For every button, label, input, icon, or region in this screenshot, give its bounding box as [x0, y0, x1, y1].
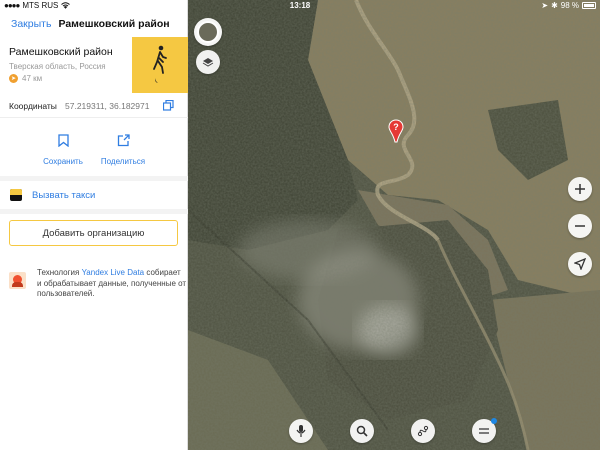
voice-search-button[interactable] — [289, 419, 313, 443]
coordinates-label: Координаты — [9, 101, 57, 111]
zoom-out-button[interactable] — [568, 214, 592, 238]
status-bar: ●●●● MTS RUS 13:18 ➤ ✱ 98 % — [0, 0, 600, 12]
search-button[interactable] — [350, 419, 374, 443]
layers-icon — [202, 58, 214, 67]
menu-icon — [479, 428, 489, 434]
taxi-icon — [10, 189, 22, 201]
satellite-map[interactable]: ? — [188, 0, 600, 450]
microphone-icon — [296, 425, 306, 437]
layers-button[interactable] — [196, 50, 220, 74]
notification-dot — [491, 418, 497, 424]
distance-icon: ➤ — [9, 74, 18, 83]
search-icon — [356, 425, 368, 437]
minus-icon — [575, 225, 585, 227]
coordinates-value: 57.219311, 36.182971 — [65, 101, 150, 111]
sidebar-header: Закрыть Рамешковский район — [0, 13, 188, 35]
plus-icon — [575, 184, 585, 194]
location-arrow-icon — [574, 258, 586, 270]
header-title: Рамешковский район — [58, 18, 170, 30]
compass-icon — [197, 21, 219, 43]
satellite-imagery — [188, 0, 600, 450]
map-pin[interactable]: ? — [388, 119, 404, 143]
distance-value: 47 км — [22, 74, 43, 83]
taxi-label: Вызвать такси — [32, 189, 96, 201]
zoom-in-button[interactable] — [568, 177, 592, 201]
save-label: Сохранить — [43, 157, 83, 166]
share-icon — [117, 134, 130, 147]
share-label: Поделиться — [100, 157, 146, 166]
copy-icon[interactable] — [163, 100, 174, 111]
coordinates-row: Координаты 57.219311, 36.182971 — [0, 96, 188, 118]
pedestrian-icon — [153, 45, 167, 83]
compass-button[interactable] — [194, 18, 222, 46]
live-data-prefix: Технология — [37, 268, 82, 277]
bluetooth-icon: ✱ — [551, 1, 558, 10]
status-right: ➤ ✱ 98 % — [541, 1, 596, 10]
place-sidebar: Закрыть Рамешковский район Рамешковский … — [0, 0, 188, 450]
route-button[interactable] — [132, 37, 188, 93]
location-arrow-icon: ➤ — [541, 1, 549, 10]
share-button[interactable]: Поделиться — [88, 130, 158, 169]
place-region: Тверская область, Россия — [9, 62, 106, 71]
routes-button[interactable] — [411, 419, 435, 443]
my-location-button[interactable] — [568, 252, 592, 276]
battery-percent: 98 % — [560, 1, 579, 10]
divider — [0, 209, 188, 214]
live-data-text: Технология Yandex Live Data собирает и о… — [37, 268, 187, 300]
bookmark-icon — [57, 134, 69, 147]
pin-label: ? — [393, 122, 399, 132]
call-taxi-button[interactable]: Вызвать такси — [0, 183, 188, 207]
battery-icon — [582, 2, 596, 9]
close-button[interactable]: Закрыть — [11, 18, 51, 30]
place-name: Рамешковский район — [9, 46, 113, 58]
actions-row: Сохранить Поделиться — [0, 130, 188, 174]
route-icon — [417, 425, 429, 437]
live-data-link[interactable]: Yandex Live Data — [82, 268, 145, 277]
status-time: 13:18 — [289, 1, 311, 10]
divider — [0, 176, 188, 181]
add-organization-button[interactable]: Добавить организацию — [9, 220, 178, 246]
place-card: Рамешковский район Тверская область, Рос… — [0, 37, 188, 93]
live-data-logo-icon — [9, 272, 26, 289]
place-distance: ➤ 47 км — [9, 74, 42, 83]
menu-button[interactable] — [472, 418, 497, 443]
